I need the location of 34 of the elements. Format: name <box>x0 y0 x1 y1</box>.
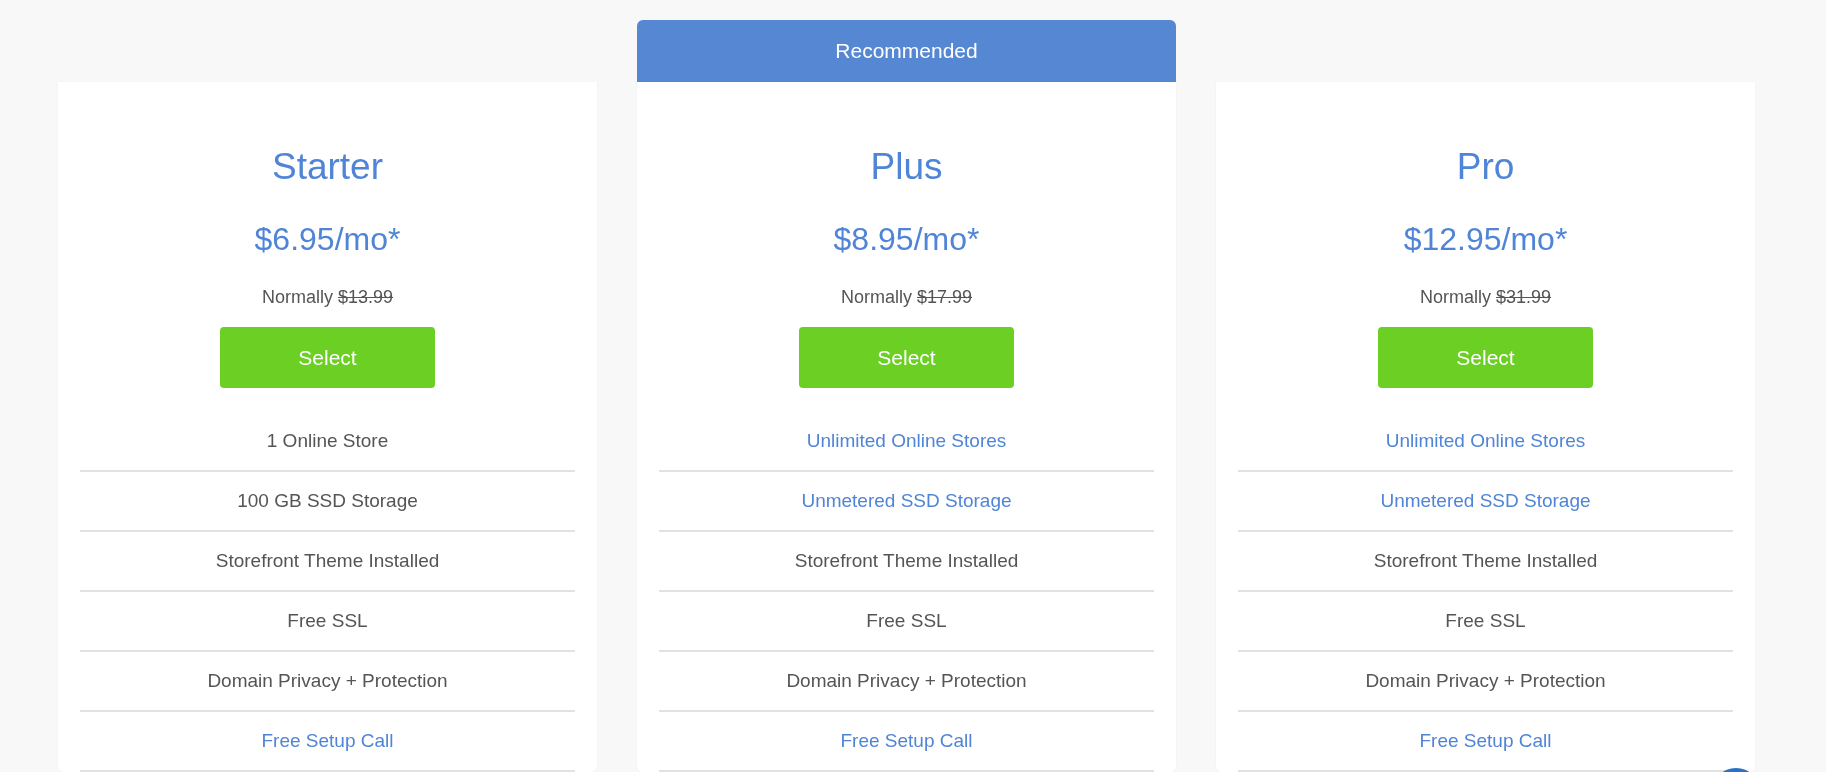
plan-name: Plus <box>870 145 943 189</box>
feature-item: Domain Privacy + Protection <box>659 652 1154 712</box>
feature-item: Domain Privacy + Protection <box>1238 652 1733 712</box>
feature-item: Storefront Theme Installed <box>659 532 1154 592</box>
original-price: $13.99 <box>338 287 394 307</box>
feature-item: 1 Online Store <box>80 412 575 472</box>
feature-item: Free Setup Call <box>1238 712 1733 772</box>
feature-item: Free SSL <box>80 592 575 652</box>
feature-item: Free SSL <box>1238 592 1733 652</box>
plan-name: Pro <box>1456 145 1515 189</box>
plan-price: $8.95/mo* <box>833 220 980 259</box>
select-button[interactable]: Select <box>220 327 435 388</box>
recommended-banner: Recommended <box>637 20 1176 82</box>
feature-item: Storefront Theme Installed <box>1238 532 1733 592</box>
select-button[interactable]: Select <box>1378 327 1593 388</box>
normally-label: Normally <box>1419 287 1491 307</box>
original-price: $31.99 <box>1496 287 1552 307</box>
original-price: $17.99 <box>917 287 973 307</box>
feature-item: 100 GB SSD Storage <box>80 472 575 532</box>
feature-item: Free Setup Call <box>80 712 575 772</box>
plan-price: $12.95/mo* <box>1403 220 1568 259</box>
select-button[interactable]: Select <box>799 327 1014 388</box>
feature-item: Storefront Theme Installed <box>80 532 575 592</box>
plan-price: $6.95/mo* <box>254 220 401 259</box>
feature-item: Unlimited Online Stores <box>659 412 1154 472</box>
feature-item: Free Setup Call <box>659 712 1154 772</box>
feature-item: Free SSL <box>659 592 1154 652</box>
feature-item: Unmetered SSD Storage <box>659 472 1154 532</box>
feature-item: Unlimited Online Stores <box>1238 412 1733 472</box>
plan-name: Starter <box>271 145 383 189</box>
normally-label: Normally <box>261 287 333 307</box>
normally-label: Normally <box>840 287 912 307</box>
feature-item: Domain Privacy + Protection <box>80 652 575 712</box>
feature-item: Unmetered SSD Storage <box>1238 472 1733 532</box>
